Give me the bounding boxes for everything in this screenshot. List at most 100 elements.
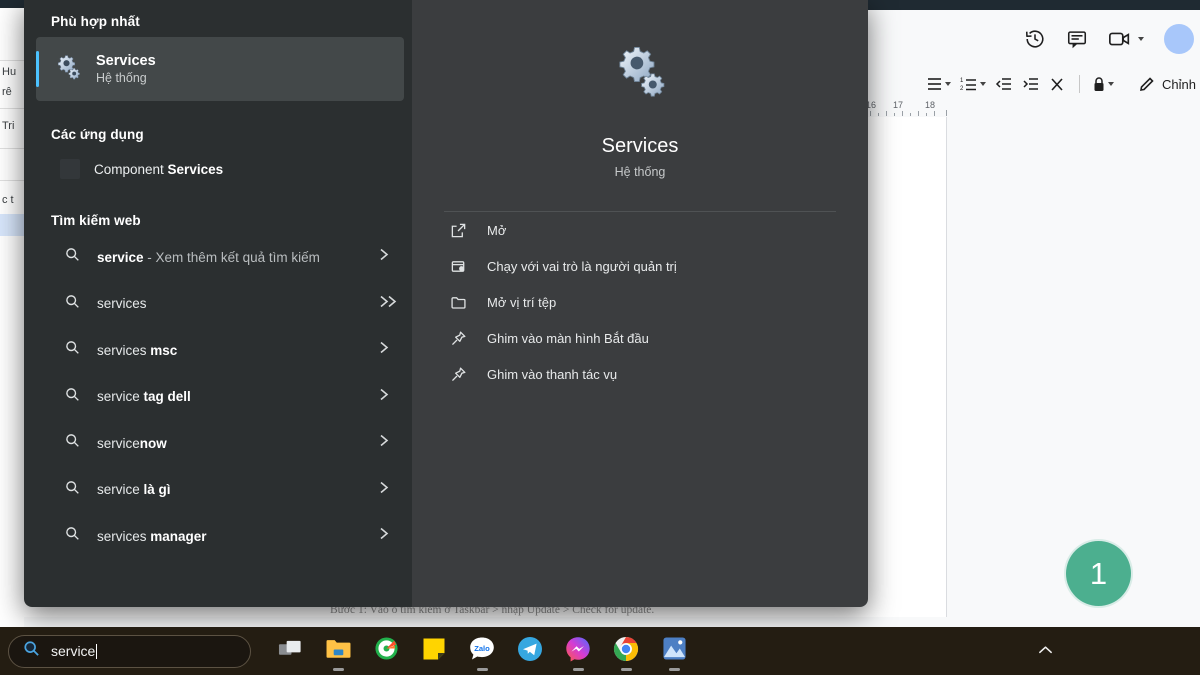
- action-pin-to-taskbar[interactable]: Ghim vào thanh tác vụ: [430, 356, 850, 392]
- taskbar-search-input[interactable]: service: [51, 643, 97, 659]
- windows-search-flyout: Phù hợp nhất: [24, 0, 868, 607]
- running-indicator: [669, 668, 680, 671]
- chevron-right-icon[interactable]: [379, 387, 390, 406]
- running-indicator: [573, 668, 584, 671]
- comment-icon[interactable]: [1066, 28, 1088, 50]
- taskbar-item-task-view[interactable]: [266, 627, 314, 675]
- action-pin-to-start[interactable]: Ghim vào màn hình Bắt đầu: [430, 320, 850, 356]
- sticky-note-icon: [422, 637, 446, 666]
- editing-mode-button[interactable]: Chỉnh: [1139, 76, 1196, 92]
- chevron-right-icon[interactable]: [379, 294, 390, 313]
- chevron-right-icon[interactable]: [379, 480, 390, 499]
- chevron-right-icon[interactable]: [379, 341, 390, 360]
- action-label: Ghim vào thanh tác vụ: [487, 367, 617, 382]
- taskbar: service: [0, 627, 1200, 675]
- search-results-pane: Phù hợp nhất: [24, 0, 412, 607]
- editing-mode-label: Chỉnh: [1162, 77, 1196, 92]
- avatar[interactable]: [1164, 24, 1194, 54]
- result-web-0[interactable]: service - Xem thêm kết quả tìm kiếm: [36, 234, 404, 281]
- result-web-5[interactable]: service là gì: [36, 467, 404, 514]
- taskbar-item-telegram[interactable]: [506, 627, 554, 675]
- decrease-indent-icon[interactable]: [995, 76, 1013, 92]
- action-run-as-admin[interactable]: Chạy với vai trò là người quản trị: [430, 248, 850, 284]
- ruler-number: 17: [893, 100, 903, 110]
- action-open[interactable]: Mở: [430, 212, 850, 248]
- taskbar-search-box[interactable]: service: [8, 635, 251, 668]
- task-view-icon: [278, 638, 303, 665]
- running-indicator: [333, 668, 344, 671]
- chevron-right-icon[interactable]: [379, 248, 390, 267]
- result-web-4[interactable]: servicenow: [36, 420, 404, 467]
- sliver-text: rê: [2, 86, 12, 98]
- taskbar-item-file-explorer[interactable]: [314, 627, 362, 675]
- taskbar-item-disk-tool[interactable]: [362, 627, 410, 675]
- video-call-caret-icon[interactable]: [1138, 37, 1144, 41]
- result-web-6[interactable]: services manager: [36, 513, 404, 560]
- sliver-text: Hu: [2, 66, 16, 78]
- running-indicator: [621, 668, 632, 671]
- preview-title: Services: [412, 135, 868, 158]
- gears-icon: [54, 53, 82, 86]
- line-spacing-icon[interactable]: [925, 76, 951, 92]
- best-match-title: Services: [96, 53, 156, 69]
- search-icon: [65, 247, 80, 267]
- search-icon: [65, 526, 80, 546]
- web-label: services manager: [97, 529, 207, 544]
- chevron-down-icon[interactable]: [945, 82, 951, 86]
- web-search-heading: Tìm kiếm web: [24, 190, 412, 234]
- search-icon: [65, 294, 80, 314]
- pin-icon: [450, 366, 467, 383]
- messenger-icon: [565, 636, 591, 667]
- sliver-text: c t: [2, 194, 14, 206]
- search-icon: [65, 480, 80, 500]
- pin-icon: [450, 330, 467, 347]
- chevron-right-icon[interactable]: [379, 434, 390, 453]
- result-web-2[interactable]: services msc: [36, 327, 404, 374]
- action-label: Mở: [487, 223, 506, 238]
- ruler-number: 18: [925, 100, 935, 110]
- history-icon[interactable]: [1024, 28, 1046, 50]
- sliver-selected-row[interactable]: [0, 214, 24, 236]
- photos-icon: [662, 636, 687, 666]
- chevron-down-icon[interactable]: [980, 82, 986, 86]
- numbered-list-icon[interactable]: 1 2: [960, 76, 986, 92]
- folder-icon: [325, 637, 352, 665]
- gears-icon-svg: [54, 53, 82, 81]
- text-cursor: [96, 644, 97, 659]
- zalo-wordmark: Zalo: [474, 644, 490, 653]
- lock-icon[interactable]: [1092, 76, 1114, 93]
- taskbar-item-messenger[interactable]: [554, 627, 602, 675]
- increase-indent-icon[interactable]: [1022, 76, 1040, 92]
- chevron-right-icon[interactable]: [379, 527, 390, 546]
- preview-subtitle: Hệ thống: [412, 165, 868, 179]
- step-badge: 1: [1066, 541, 1131, 606]
- zalo-icon: Zalo: [469, 636, 495, 667]
- app-label: Component Services: [94, 162, 223, 177]
- web-label: services: [97, 296, 147, 311]
- result-web-3[interactable]: service tag dell: [36, 374, 404, 421]
- taskbar-item-chrome[interactable]: [602, 627, 650, 675]
- search-icon: [65, 387, 80, 407]
- clear-formatting-icon[interactable]: [1049, 76, 1067, 92]
- search-icon: [65, 433, 80, 453]
- app-tile-icon: [60, 159, 80, 179]
- svg-text:1: 1: [960, 78, 964, 84]
- sliver-text: Tri: [2, 120, 14, 132]
- search-icon: [23, 640, 40, 662]
- open-external-icon: [450, 222, 467, 239]
- action-open-file-location[interactable]: Mở vị trí tệp: [430, 284, 850, 320]
- running-indicator: [477, 668, 488, 671]
- result-web-1[interactable]: services: [36, 281, 404, 328]
- result-best-match[interactable]: Services Hệ thống: [36, 37, 404, 101]
- taskbar-item-photos[interactable]: [650, 627, 698, 675]
- best-match-heading: Phù hợp nhất: [24, 4, 412, 35]
- chevron-up-icon[interactable]: [1038, 642, 1053, 660]
- result-app-component-services[interactable]: Component Services: [36, 148, 404, 190]
- taskbar-item-sticky-notes[interactable]: [410, 627, 458, 675]
- shield-admin-icon: [450, 258, 467, 275]
- web-label: servicenow: [97, 436, 167, 451]
- chevron-down-icon[interactable]: [1108, 82, 1114, 86]
- taskbar-item-zalo[interactable]: Zalo: [458, 627, 506, 675]
- toolbar-divider: [1079, 75, 1080, 93]
- video-call-icon[interactable]: [1108, 29, 1132, 49]
